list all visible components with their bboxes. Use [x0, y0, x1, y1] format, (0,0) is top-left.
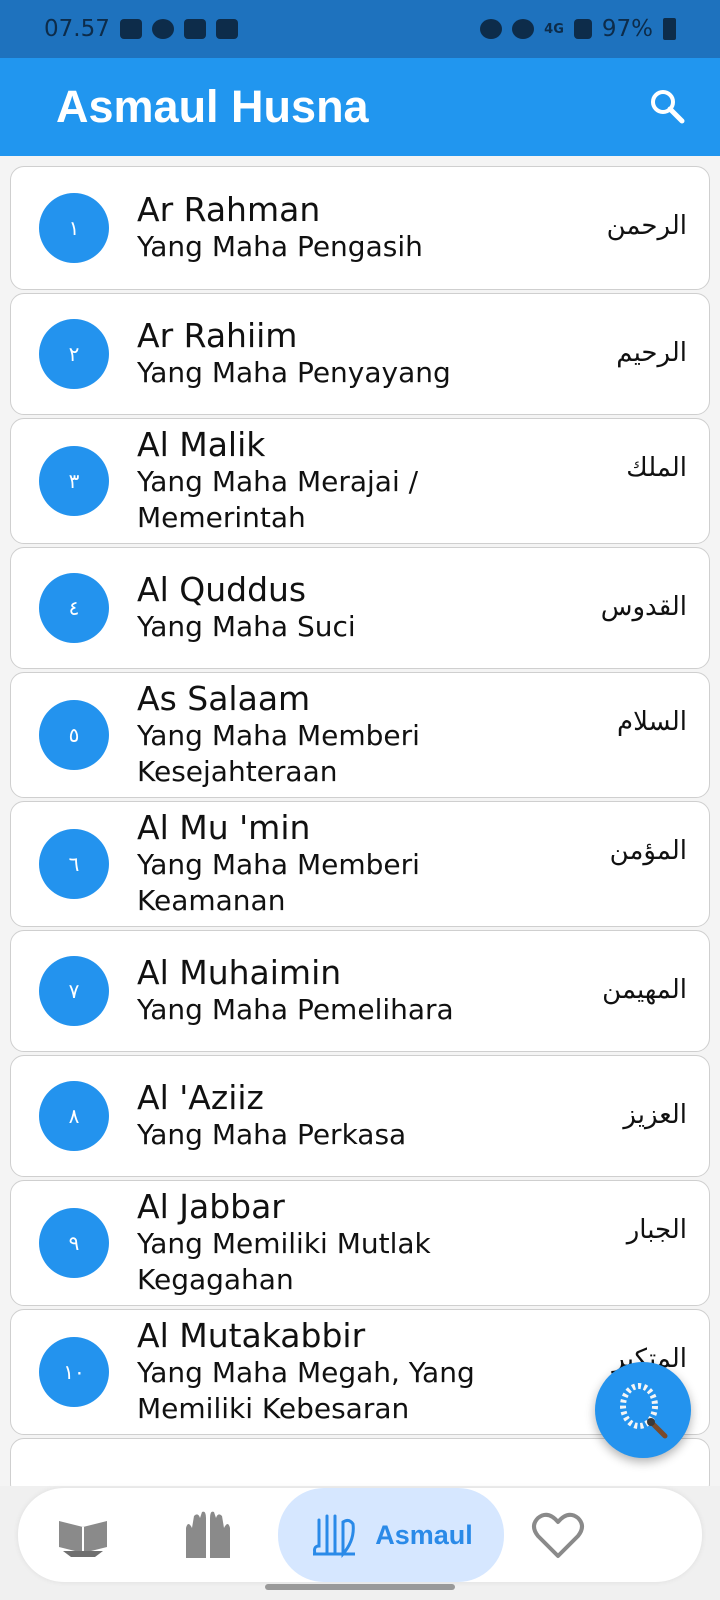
- latin-name: Ar Rahiim: [137, 316, 298, 355]
- name-texts: Al Quddus Yang Maha Suci: [137, 571, 597, 645]
- home-indicator[interactable]: [265, 1584, 455, 1590]
- status-left: 07.57: [44, 16, 238, 42]
- latin-name: Ar Rahman: [137, 190, 321, 229]
- meaning: Yang Memiliki Mutlak Kegagahan: [137, 1227, 431, 1296]
- number-badge: ٧: [39, 956, 109, 1026]
- latin-name: Al 'Aziiz: [137, 1078, 264, 1117]
- asmaul-list[interactable]: ١ Ar Rahman Yang Maha Pengasih الرحمن ٢ …: [10, 166, 710, 1501]
- hotspot-icon: [512, 19, 535, 39]
- number-badge: ٦: [39, 829, 109, 899]
- briefcase-icon: [183, 19, 206, 39]
- list-item[interactable]: ٦ Al Mu 'min Yang Maha Memberi Keamanan …: [10, 801, 710, 927]
- signal-icon: [573, 19, 592, 39]
- list-item[interactable]: ٩ Al Jabbar Yang Memiliki Mutlak Kegagah…: [10, 1180, 710, 1306]
- list-item[interactable]: ٤ Al Quddus Yang Maha Suci القدوس: [10, 547, 710, 669]
- meaning: Yang Maha Penyayang: [137, 356, 451, 389]
- nav-doa[interactable]: [168, 1488, 248, 1582]
- latin-name: Al Jabbar: [137, 1187, 285, 1226]
- network-type: 4G: [544, 21, 564, 37]
- number-badge: ٩: [39, 1208, 109, 1278]
- battery-percent: 97%: [601, 16, 653, 42]
- pinterest-icon: [151, 19, 174, 39]
- latin-name: As Salaam: [137, 679, 311, 718]
- video-icon: [119, 19, 142, 39]
- image-icon: [215, 19, 238, 39]
- name-texts: Al 'Aziiz Yang Maha Perkasa: [137, 1079, 597, 1153]
- nav-quran[interactable]: [48, 1488, 118, 1582]
- list-item[interactable]: ٧ Al Muhaimin Yang Maha Pemelihara المهي…: [10, 930, 710, 1052]
- latin-name: Al Malik: [137, 425, 266, 464]
- allah-calligraphy-icon: [313, 1514, 356, 1559]
- name-texts: Al Mu 'min Yang Maha Memberi Keamanan: [137, 809, 457, 919]
- meaning: Yang Maha Perkasa: [137, 1118, 407, 1151]
- name-texts: Al Mutakabbir Yang Maha Megah, Yang Memi…: [137, 1317, 537, 1427]
- alarm-icon: [480, 19, 503, 39]
- status-bar: 07.57 4G 97%: [0, 0, 720, 58]
- arabic-name: الجبار: [626, 1215, 687, 1245]
- name-texts: Ar Rahiim Yang Maha Penyayang: [137, 317, 597, 391]
- status-time: 07.57: [44, 16, 110, 42]
- latin-name: Al Mu 'min: [137, 808, 311, 847]
- number-badge: ٥: [39, 700, 109, 770]
- heart-icon: [532, 1512, 584, 1558]
- tasbih-icon: [620, 1383, 668, 1439]
- name-texts: Al Jabbar Yang Memiliki Mutlak Kegagahan: [137, 1188, 467, 1298]
- app-bar: Asmaul Husna: [0, 58, 720, 156]
- list-item[interactable]: ٨ Al 'Aziiz Yang Maha Perkasa العزيز: [10, 1055, 710, 1177]
- arabic-name: السلام: [617, 707, 687, 737]
- number-badge: ١: [39, 193, 109, 263]
- meaning: Yang Maha Pemelihara: [137, 993, 454, 1026]
- list-item[interactable]: ٢ Ar Rahiim Yang Maha Penyayang الرحيم: [10, 293, 710, 415]
- meaning: Yang Maha Memberi Kesejahteraan: [137, 719, 420, 788]
- meaning: Yang Maha Merajai / Memerintah: [137, 465, 419, 534]
- arabic-name: العزيز: [623, 1100, 687, 1130]
- meaning: Yang Maha Pengasih: [137, 230, 423, 263]
- list-item[interactable]: ٣ Al Malik Yang Maha Merajai / Memerinta…: [10, 418, 710, 544]
- name-texts: Al Muhaimin Yang Maha Pemelihara: [137, 954, 597, 1028]
- quran-icon: [59, 1521, 107, 1557]
- meaning: Yang Maha Memberi Keamanan: [137, 848, 420, 917]
- status-right: 4G 97%: [480, 16, 676, 42]
- nav-asmaul-label: Asmaul: [375, 1519, 473, 1550]
- name-texts: Ar Rahman Yang Maha Pengasih: [137, 191, 597, 265]
- arabic-name: المؤمن: [609, 836, 687, 866]
- number-badge: ١٠: [39, 1337, 109, 1407]
- battery-icon: [663, 18, 676, 40]
- number-badge: ٤: [39, 573, 109, 643]
- tasbih-button[interactable]: [595, 1362, 691, 1458]
- number-badge: ٢: [39, 319, 109, 389]
- search-button[interactable]: [646, 85, 690, 129]
- name-texts: As Salaam Yang Maha Memberi Kesejahteraa…: [137, 680, 457, 790]
- page-title: Asmaul Husna: [56, 81, 369, 132]
- bottom-nav: Asmaul: [18, 1488, 702, 1582]
- praying-hands-icon: [186, 1511, 230, 1558]
- name-texts: Al Malik Yang Maha Merajai / Memerintah: [137, 426, 457, 536]
- search-icon: [651, 90, 685, 124]
- latin-name: Al Mutakabbir: [137, 1316, 366, 1355]
- latin-name: Al Muhaimin: [137, 953, 342, 992]
- number-badge: ٣: [39, 446, 109, 516]
- arabic-name: القدوس: [600, 592, 687, 622]
- latin-name: Al Quddus: [137, 570, 307, 609]
- arabic-name: الرحيم: [616, 338, 687, 368]
- arabic-name: الملك: [626, 453, 687, 483]
- meaning: Yang Maha Megah, Yang Memiliki Kebesaran: [137, 1356, 475, 1425]
- arabic-name: الرحمن: [606, 211, 687, 241]
- nav-asmaul[interactable]: Asmaul: [278, 1488, 504, 1582]
- list-item[interactable]: ٥ As Salaam Yang Maha Memberi Kesejahter…: [10, 672, 710, 798]
- list-item[interactable]: ١ Ar Rahman Yang Maha Pengasih الرحمن: [10, 166, 710, 290]
- meaning: Yang Maha Suci: [137, 610, 356, 643]
- number-badge: ٨: [39, 1081, 109, 1151]
- arabic-name: المهيمن: [602, 975, 687, 1005]
- nav-favorite[interactable]: [528, 1488, 588, 1582]
